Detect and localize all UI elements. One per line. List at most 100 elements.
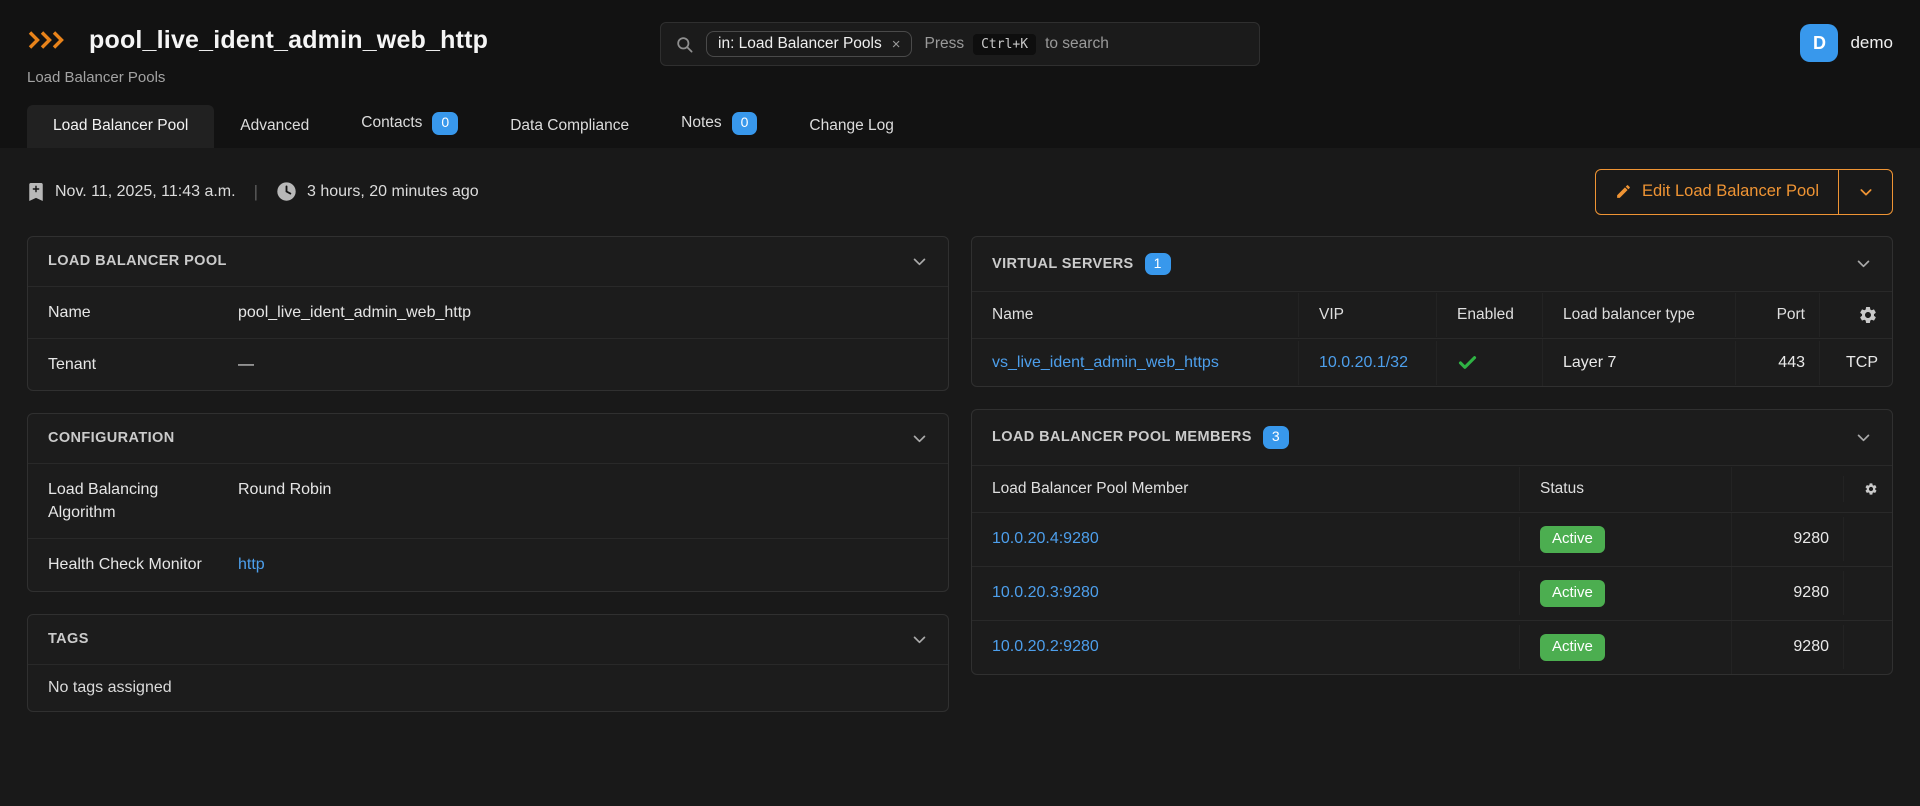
col-status: Status — [1520, 467, 1732, 511]
netbox-logo-icon[interactable] — [27, 28, 73, 52]
search-hint-suffix: to search — [1045, 35, 1109, 53]
avatar[interactable]: D — [1800, 24, 1838, 62]
enabled-check-icon — [1437, 339, 1543, 386]
top-bar: pool_live_ident_admin_web_http in: Load … — [0, 0, 1920, 148]
member-row: 10.0.20.3:9280 Active 9280 — [972, 566, 1892, 620]
panel-title: CONFIGURATION — [48, 430, 175, 446]
tab-data-compliance[interactable]: Data Compliance — [484, 105, 655, 148]
panel-title: LOAD BALANCER POOL MEMBERS 3 — [992, 426, 1289, 449]
member-port-value: 9280 — [1732, 517, 1844, 561]
member-row: 10.0.20.2:9280 Active 9280 — [972, 620, 1892, 674]
col-vip: VIP — [1299, 293, 1437, 337]
configuration-panel: CONFIGURATION Load Balancing Algorithm R… — [27, 413, 949, 592]
tab-contacts-count-badge: 0 — [432, 112, 458, 135]
member-port-value: 9280 — [1732, 571, 1844, 615]
left-column: LOAD BALANCER POOL Name pool_live_ident_… — [27, 236, 949, 712]
clock-icon — [276, 181, 297, 202]
vip-link[interactable]: 10.0.20.1/32 — [1319, 354, 1408, 372]
pencil-icon — [1615, 183, 1632, 200]
panel-title: VIRTUAL SERVERS 1 — [992, 253, 1171, 276]
edit-load-balancer-pool-button[interactable]: Edit Load Balancer Pool — [1595, 169, 1893, 215]
members-table-header: Load Balancer Pool Member Status — [972, 465, 1892, 512]
ctrl-k-kbd: Ctrl+K — [973, 34, 1036, 55]
tab-notes-count-badge: 0 — [732, 112, 758, 135]
virtual-servers-count-badge: 1 — [1145, 253, 1171, 276]
collapse-chevron-icon[interactable] — [911, 430, 928, 447]
load-balancer-pool-panel: LOAD BALANCER POOL Name pool_live_ident_… — [27, 236, 949, 391]
tab-change-log[interactable]: Change Log — [783, 105, 919, 148]
panel-title-text: VIRTUAL SERVERS — [992, 256, 1134, 272]
member-link[interactable]: 10.0.20.2:9280 — [992, 638, 1099, 656]
search-icon — [675, 35, 694, 54]
status-badge: Active — [1540, 580, 1605, 607]
health-check-monitor-link[interactable]: http — [238, 556, 265, 573]
search-hint: Press Ctrl+K to search — [924, 34, 1108, 55]
member-port-value: 9280 — [1732, 625, 1844, 669]
edit-button-dropdown[interactable] — [1838, 170, 1892, 214]
edit-button-label: Edit Load Balancer Pool — [1642, 182, 1819, 201]
main-content: Nov. 11, 2025, 11:43 a.m. | 3 hours, 20 … — [0, 148, 1920, 806]
search-filter-chip-label: in: Load Balancer Pools — [718, 35, 882, 53]
protocol-value: TCP — [1820, 341, 1892, 385]
table-config-gear-icon[interactable] — [1820, 292, 1892, 338]
member-link[interactable]: 10.0.20.4:9280 — [992, 530, 1099, 548]
panel-title: TAGS — [48, 631, 89, 647]
attr-label: Load Balancing Algorithm — [48, 478, 238, 524]
tab-load-balancer-pool[interactable]: Load Balancer Pool — [27, 105, 214, 148]
tab-contacts[interactable]: Contacts 0 — [335, 100, 484, 148]
collapse-chevron-icon[interactable] — [1855, 429, 1872, 446]
tags-panel: TAGS No tags assigned — [27, 614, 949, 712]
attr-value: pool_live_ident_admin_web_http — [238, 301, 928, 324]
tab-label: Notes — [681, 114, 722, 132]
tab-label: Change Log — [809, 117, 893, 135]
status-badge: Active — [1540, 634, 1605, 661]
col-load-balancer-type: Load balancer type — [1543, 293, 1736, 337]
chip-close-icon[interactable]: × — [892, 36, 901, 53]
username: demo — [1850, 33, 1893, 53]
attr-value: Round Robin — [238, 478, 928, 524]
load-balancer-type-value: Layer 7 — [1543, 341, 1736, 385]
last-updated: 3 hours, 20 minutes ago — [307, 183, 479, 201]
panel-title-text: LOAD BALANCER POOL MEMBERS — [992, 429, 1252, 445]
user-menu[interactable]: D demo — [1800, 24, 1893, 62]
tab-label: Advanced — [240, 117, 309, 135]
attr-label: Tenant — [48, 353, 238, 376]
port-value: 443 — [1736, 341, 1820, 385]
global-search-input[interactable]: in: Load Balancer Pools × Press Ctrl+K t… — [660, 22, 1260, 66]
attr-row-algorithm: Load Balancing Algorithm Round Robin — [28, 463, 948, 538]
collapse-chevron-icon[interactable] — [911, 631, 928, 648]
status-badge: Active — [1540, 526, 1605, 553]
attr-row-tenant: Tenant — — [28, 338, 948, 390]
collapse-chevron-icon[interactable] — [1855, 255, 1872, 272]
attr-label: Health Check Monitor — [48, 553, 238, 576]
chevron-down-icon — [1858, 184, 1874, 200]
attr-value: — — [238, 353, 928, 376]
right-column: VIRTUAL SERVERS 1 Name VIP Enabled Load … — [971, 236, 1893, 675]
virtual-servers-panel: VIRTUAL SERVERS 1 Name VIP Enabled Load … — [971, 236, 1893, 388]
col-member: Load Balancer Pool Member — [972, 467, 1520, 511]
member-link[interactable]: 10.0.20.3:9280 — [992, 584, 1099, 602]
table-config-gear-icon[interactable] — [1844, 466, 1892, 512]
search-filter-chip[interactable]: in: Load Balancer Pools × — [706, 31, 912, 57]
col-enabled: Enabled — [1437, 293, 1543, 337]
members-count-badge: 3 — [1263, 426, 1289, 449]
meta-row: Nov. 11, 2025, 11:43 a.m. | 3 hours, 20 … — [27, 168, 1893, 216]
tab-advanced[interactable]: Advanced — [214, 105, 335, 148]
tab-notes[interactable]: Notes 0 — [655, 100, 783, 148]
bookmark-plus-icon[interactable] — [27, 182, 45, 202]
page-title: pool_live_ident_admin_web_http — [89, 26, 488, 55]
col-port: Port — [1736, 293, 1820, 337]
virtual-server-row: vs_live_ident_admin_web_https 10.0.20.1/… — [972, 338, 1892, 386]
col-name: Name — [972, 293, 1299, 337]
tab-label: Data Compliance — [510, 117, 629, 135]
attr-row-health-check: Health Check Monitor http — [28, 538, 948, 590]
tags-empty-text: No tags assigned — [28, 664, 948, 711]
virtual-server-link[interactable]: vs_live_ident_admin_web_https — [992, 354, 1219, 372]
tab-label: Load Balancer Pool — [53, 117, 188, 135]
search-hint-prefix: Press — [924, 35, 964, 53]
attr-label: Name — [48, 301, 238, 324]
breadcrumb[interactable]: Load Balancer Pools — [27, 69, 1893, 86]
collapse-chevron-icon[interactable] — [911, 253, 928, 270]
tab-bar: Load Balancer Pool Advanced Contacts 0 D… — [27, 100, 1893, 148]
tab-label: Contacts — [361, 114, 422, 132]
